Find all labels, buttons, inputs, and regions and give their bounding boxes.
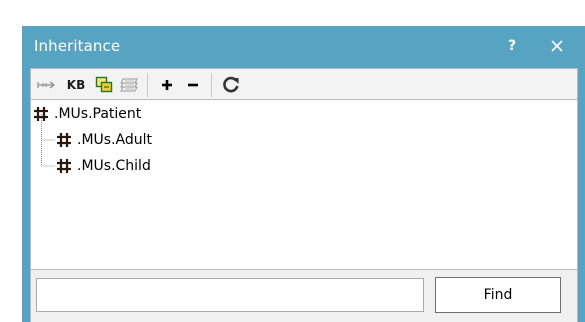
refresh-icon — [223, 76, 239, 93]
kb-button[interactable]: KB — [63, 74, 89, 96]
inheritance-tree: .MUs.Patient .MUs.Adult .MUs.Child — [30, 100, 578, 270]
find-button[interactable]: Find — [435, 277, 561, 313]
grid-hash-icon — [34, 107, 48, 121]
toolbar-separator — [211, 73, 212, 97]
tree-node-patient[interactable]: .MUs.Patient — [33, 103, 141, 125]
tree-node-child[interactable]: .MUs.Child — [56, 155, 151, 177]
dialog-title: Inheritance — [34, 37, 121, 55]
layers-button[interactable] — [117, 74, 141, 96]
tree-connector-lines — [41, 114, 55, 167]
kb-text-icon: KB — [66, 78, 86, 92]
add-button[interactable] — [156, 74, 178, 96]
tree-node-label: .MUs.Adult — [77, 132, 152, 148]
tree-node-adult[interactable]: .MUs.Adult — [56, 129, 152, 151]
grid-hash-icon — [57, 133, 71, 147]
search-bar: Find — [30, 270, 578, 322]
grid-hash-icon — [57, 159, 71, 173]
refresh-button[interactable] — [219, 74, 243, 96]
layers-icon — [120, 78, 138, 92]
title-bar[interactable]: Inheritance ? — [22, 26, 585, 66]
toolbar-separator — [147, 73, 148, 97]
help-button[interactable]: ? — [500, 34, 524, 58]
tree-node-label: .MUs.Patient — [54, 106, 142, 122]
remove-button[interactable] — [182, 74, 204, 96]
screen: Inheritance ? KB .MUs.Patient .MUs.Adult… — [0, 0, 585, 322]
search-input[interactable] — [36, 278, 424, 312]
copy-button[interactable] — [93, 74, 115, 96]
add-plus-icon — [162, 80, 172, 90]
inherit-arrow-icon — [37, 81, 55, 89]
toolbar: KB — [30, 68, 578, 100]
remove-minus-icon — [188, 83, 198, 87]
inheritance-dialog: Inheritance ? KB .MUs.Patient .MUs.Adult… — [22, 26, 585, 322]
inherit-button[interactable] — [35, 74, 59, 96]
copy-frames-icon — [95, 76, 113, 93]
tree-node-label: .MUs.Child — [77, 158, 151, 174]
close-icon — [551, 40, 563, 52]
close-button[interactable] — [544, 34, 570, 58]
